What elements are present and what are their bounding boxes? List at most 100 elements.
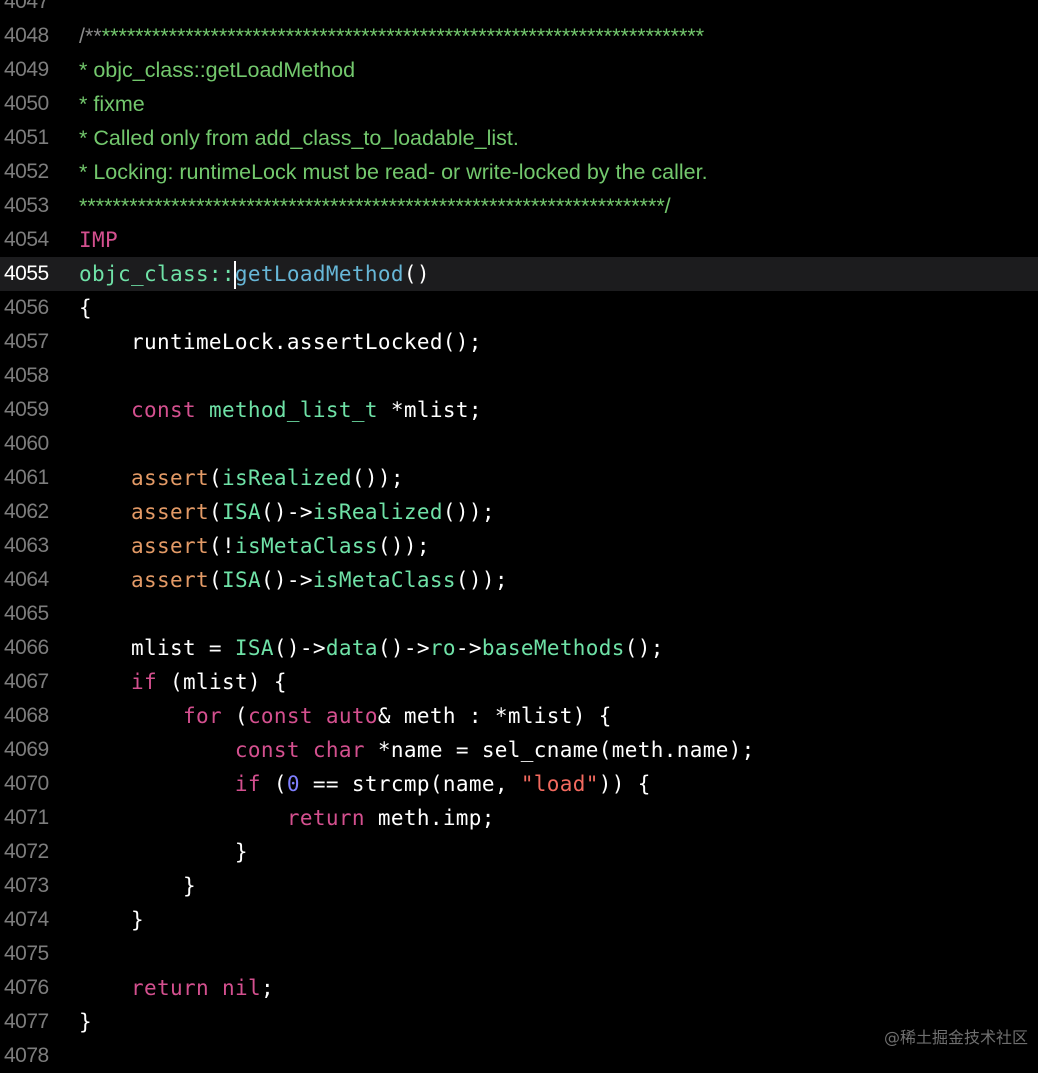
code-line[interactable]: 4066 mlist = ISA()->data()->ro->baseMeth… [0, 631, 1038, 665]
code-line[interactable]: 4071 return meth.imp; [0, 801, 1038, 835]
code-text[interactable]: return nil; [79, 971, 274, 1005]
code-line[interactable]: 4068 for (const auto& meth : *mlist) { [0, 699, 1038, 733]
code-line[interactable]: 4061 assert(isRealized()); [0, 461, 1038, 495]
code-line[interactable]: 4059 const method_list_t *mlist; [0, 393, 1038, 427]
code-line[interactable]: 4060 [0, 427, 1038, 461]
code-text[interactable]: * objc_class::getLoadMethod [79, 53, 355, 87]
code-token: *mlist; [377, 398, 482, 422]
code-line[interactable]: 4063 assert(!isMetaClass()); [0, 529, 1038, 563]
code-line[interactable]: 4067 if (mlist) { [0, 665, 1038, 699]
code-text[interactable]: return meth.imp; [79, 801, 495, 835]
code-editor[interactable]: 4047 4048/*******************************… [0, 0, 1038, 1073]
code-token: auto [325, 704, 378, 728]
code-text[interactable]: * fixme [79, 87, 145, 121]
code-token: const [234, 738, 300, 762]
code-token: baseMethods [481, 636, 625, 660]
code-text[interactable]: ****************************************… [79, 189, 671, 223]
code-text[interactable]: assert(!isMetaClass()); [79, 529, 430, 563]
code-line[interactable]: 4056 { [0, 291, 1038, 325]
current-code-line[interactable]: 4055 objc_class::getLoadMethod() [0, 257, 1038, 291]
code-token: } [79, 1010, 92, 1034]
code-text[interactable]: } [79, 869, 196, 903]
code-line[interactable]: 4053 ************************************… [0, 189, 1038, 223]
code-line[interactable]: 4052 * Locking: runtimeLock must be read-… [0, 155, 1038, 189]
code-token: * objc_class::getLoadMethod [79, 58, 356, 82]
code-token: ISA [221, 568, 261, 592]
code-line[interactable]: 4050 * fixme [0, 87, 1038, 121]
line-number: 4058 [4, 364, 49, 387]
code-line[interactable]: 4048 /***********************************… [0, 19, 1038, 53]
code-line[interactable]: 4049 * objc_class::getLoadMethod [0, 53, 1038, 87]
code-token: runtimeLock.assertLocked(); [79, 330, 482, 354]
code-text[interactable]: * Called only from add_class_to_loadable… [79, 121, 519, 155]
code-line[interactable]: 4070 if (0 == strcmp(name, "load")) { [0, 767, 1038, 801]
code-line[interactable]: 4078 [0, 1039, 1038, 1073]
code-text[interactable]: } [79, 1005, 92, 1039]
code-text[interactable]: for (const auto& meth : *mlist) { [79, 699, 612, 733]
code-text[interactable]: objc_class::getLoadMethod() [79, 257, 430, 291]
line-number: 4064 [4, 568, 49, 591]
line-number: 4061 [4, 466, 49, 489]
code-token: ( [260, 772, 287, 796]
line-number: 4072 [4, 840, 49, 863]
code-token: assert [130, 466, 209, 490]
code-token: return [286, 806, 365, 830]
line-number: 4050 [4, 92, 49, 115]
code-text[interactable]: } [79, 835, 248, 869]
line-number: 4062 [4, 500, 49, 523]
code-token: ()); [442, 500, 495, 524]
code-text[interactable]: assert(isRealized()); [79, 461, 404, 495]
code-line[interactable]: 4075 [0, 937, 1038, 971]
code-text[interactable]: } [79, 903, 144, 937]
code-line[interactable]: 4074 } [0, 903, 1038, 937]
line-number: 4068 [4, 704, 49, 727]
code-line[interactable]: 4069 const char *name = sel_cname(meth.n… [0, 733, 1038, 767]
code-line[interactable]: 4062 assert(ISA()->isRealized()); [0, 495, 1038, 529]
code-line[interactable]: 4064 assert(ISA()->isMetaClass()); [0, 563, 1038, 597]
code-token: "load" [520, 772, 599, 796]
code-text[interactable]: * Locking: runtimeLock must be read- or … [79, 155, 708, 189]
code-line[interactable]: 4057 runtimeLock.assertLocked(); [0, 325, 1038, 359]
code-line[interactable]: 4054 IMP [0, 223, 1038, 257]
code-line[interactable]: 4065 [0, 597, 1038, 631]
code-token: isMetaClass [312, 568, 456, 592]
code-text[interactable]: assert(ISA()->isMetaClass()); [79, 563, 508, 597]
code-token: return [130, 976, 209, 1000]
code-text[interactable]: runtimeLock.assertLocked(); [79, 325, 482, 359]
code-token: -> [455, 636, 482, 660]
code-token: for [182, 704, 222, 728]
code-line[interactable]: 4051 * Called only from add_class_to_load… [0, 121, 1038, 155]
code-line[interactable]: 4073 } [0, 869, 1038, 903]
code-text[interactable]: assert(ISA()->isRealized()); [79, 495, 495, 529]
code-token: ()-> [377, 636, 430, 660]
code-token: * fixme [79, 92, 145, 116]
line-number: 4065 [4, 602, 49, 625]
code-line[interactable]: 4076 return nil; [0, 971, 1038, 1005]
code-text[interactable]: const char *name = sel_cname(meth.name); [79, 733, 755, 767]
code-token: (! [208, 534, 235, 558]
code-token: * Locking: runtimeLock must be read- or … [79, 160, 708, 184]
line-number: 4071 [4, 806, 49, 829]
code-text[interactable]: if (mlist) { [79, 665, 287, 699]
code-line[interactable]: 4047 [0, 0, 1038, 19]
code-text[interactable]: IMP [79, 223, 118, 257]
code-text[interactable]: /***************************************… [79, 19, 704, 53]
line-number: 4055 [4, 262, 49, 285]
line-number: 4063 [4, 534, 49, 557]
code-token: (); [624, 636, 664, 660]
code-line[interactable]: 4072 } [0, 835, 1038, 869]
code-text[interactable]: mlist = ISA()->data()->ro->baseMethods()… [79, 631, 664, 665]
line-number: 4077 [4, 1010, 49, 1033]
code-text[interactable]: { [79, 291, 92, 325]
code-text[interactable]: const method_list_t *mlist; [79, 393, 482, 427]
code-text[interactable]: if (0 == strcmp(name, "load")) { [79, 767, 651, 801]
code-token: == strcmp(name, [299, 772, 521, 796]
code-line[interactable]: 4077} [0, 1005, 1038, 1039]
code-line[interactable]: 4058 [0, 359, 1038, 393]
